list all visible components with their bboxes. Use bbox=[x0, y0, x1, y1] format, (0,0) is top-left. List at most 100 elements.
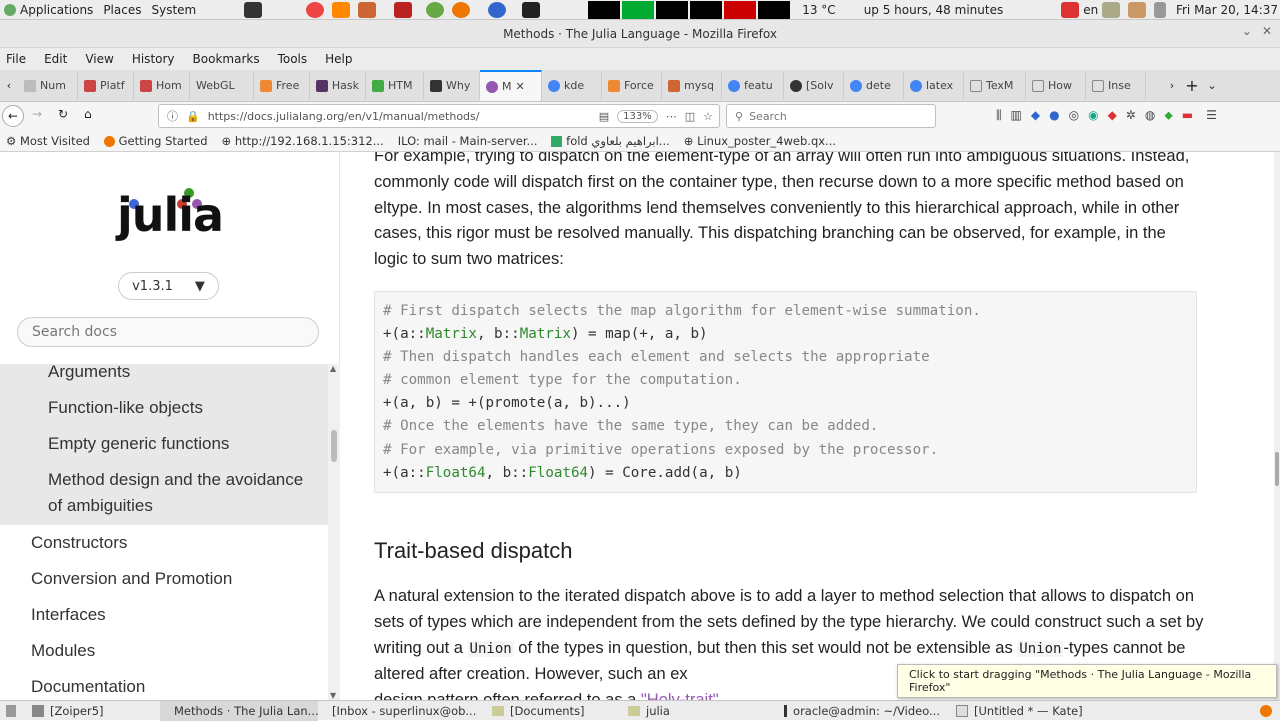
page-scroll-thumb[interactable] bbox=[1275, 452, 1279, 486]
glasses-launcher-icon[interactable] bbox=[522, 1, 541, 18]
task-zoiper[interactable]: [Zoiper5] bbox=[24, 701, 160, 721]
task-julia[interactable]: julia bbox=[620, 701, 776, 721]
tab[interactable]: Free bbox=[254, 71, 310, 100]
minimize-icon[interactable]: ⌄ bbox=[1242, 24, 1252, 38]
keyboard-layout[interactable]: en bbox=[1083, 3, 1098, 17]
tab[interactable]: Num bbox=[18, 71, 78, 100]
network-icon[interactable] bbox=[1061, 1, 1080, 18]
close-tab-icon[interactable]: ✕ bbox=[516, 80, 525, 93]
nav-item-method-design[interactable]: Method design and the avoidance of ambig… bbox=[0, 462, 328, 525]
tray-icon[interactable] bbox=[1128, 1, 1147, 18]
tab[interactable]: featu bbox=[722, 71, 784, 100]
weather-temp[interactable]: 13 °C bbox=[802, 3, 835, 17]
julia-logo[interactable]: julia bbox=[117, 188, 224, 242]
show-desktop-icon[interactable] bbox=[6, 704, 16, 717]
extension-icon[interactable]: ◆ bbox=[1031, 108, 1040, 123]
window-titlebar[interactable]: Methods · The Julia Language - Mozilla F… bbox=[0, 20, 1280, 48]
menu-file[interactable]: File bbox=[6, 52, 26, 66]
extension-icon[interactable]: ◉ bbox=[1088, 108, 1098, 123]
menu-bookmarks[interactable]: Bookmarks bbox=[193, 52, 260, 66]
close-window-icon[interactable]: ✕ bbox=[1262, 24, 1272, 38]
terminal-launcher-icon[interactable] bbox=[244, 1, 263, 18]
menu-help[interactable]: Help bbox=[325, 52, 352, 66]
extension-icon[interactable]: ◆ bbox=[1108, 108, 1117, 123]
bookmark-star-icon[interactable]: ☆ bbox=[703, 110, 719, 123]
scroll-tabs-right-icon[interactable]: › bbox=[1162, 79, 1182, 92]
tab-active[interactable]: M ✕ bbox=[480, 70, 542, 101]
tab[interactable]: WebGL bbox=[190, 71, 254, 100]
tab[interactable]: How bbox=[1026, 71, 1086, 100]
tab[interactable]: Force bbox=[602, 71, 662, 100]
tab[interactable]: Hom bbox=[134, 71, 190, 100]
task-terminal[interactable]: oracle@admin: ~/Video... bbox=[776, 701, 948, 721]
task-documents[interactable]: [Documents] bbox=[484, 701, 620, 721]
menu-view[interactable]: View bbox=[85, 52, 113, 66]
volume-icon[interactable] bbox=[1154, 1, 1167, 18]
extension-icon[interactable]: ▬ bbox=[1182, 108, 1193, 123]
tab[interactable]: mysq bbox=[662, 71, 722, 100]
menu-tools[interactable]: Tools bbox=[278, 52, 308, 66]
task-firefox[interactable]: Methods · The Julia Lan... bbox=[160, 700, 319, 721]
nav-item-function-like-objects[interactable]: Function-like objects bbox=[0, 390, 328, 426]
scroll-tabs-left-icon[interactable]: ‹ bbox=[0, 79, 18, 92]
bookmark-getting-started[interactable]: Getting Started bbox=[103, 134, 208, 148]
bookmark-linux-poster[interactable]: ⊕ Linux_poster_4web.qx... bbox=[684, 134, 836, 148]
task-thunderbird[interactable]: [Inbox - superlinux@ob... bbox=[318, 701, 484, 721]
bookmark-ip[interactable]: ⊕ http://192.168.1.15:312... bbox=[222, 134, 384, 148]
extension-icon[interactable]: ◍ bbox=[1145, 108, 1155, 123]
firefox-launcher-icon[interactable] bbox=[452, 1, 471, 18]
task-kate[interactable]: [Untitled * — Kate] bbox=[948, 701, 1104, 721]
tab[interactable]: dete bbox=[844, 71, 904, 100]
docs-search-input[interactable]: Search docs bbox=[17, 317, 319, 347]
nav-item-constructors[interactable]: Constructors bbox=[0, 525, 328, 561]
sidebar-scrollbar[interactable]: ▲ ▼ bbox=[328, 364, 340, 700]
tab[interactable]: kde bbox=[542, 71, 602, 100]
info-icon[interactable]: ⓘ bbox=[167, 108, 178, 124]
tools-launcher-icon[interactable] bbox=[358, 1, 377, 18]
sidebar-scroll-thumb[interactable] bbox=[331, 430, 337, 462]
new-tab-icon[interactable]: + bbox=[1182, 76, 1202, 95]
nav-item-modules[interactable]: Modules bbox=[0, 633, 328, 669]
zoom-level[interactable]: 133% bbox=[617, 109, 658, 123]
nav-item-interfaces[interactable]: Interfaces bbox=[0, 597, 328, 633]
applications-menu[interactable]: Applications bbox=[4, 3, 93, 17]
list-tabs-icon[interactable]: ⌄ bbox=[1202, 79, 1222, 92]
bookmark-most-visited[interactable]: ⚙ Most Visited bbox=[6, 134, 90, 148]
scroll-up-icon[interactable]: ▲ bbox=[330, 364, 336, 373]
version-selector[interactable]: v1.3.1 ▼ bbox=[118, 272, 219, 300]
tab[interactable]: latex bbox=[904, 71, 964, 100]
tab[interactable]: HTM bbox=[366, 71, 424, 100]
forward-button-icon[interactable]: → bbox=[32, 107, 42, 121]
home-icon[interactable]: ⌂ bbox=[84, 107, 92, 121]
reload-icon[interactable]: ↻ bbox=[58, 107, 68, 121]
tab[interactable]: Hask bbox=[310, 71, 366, 100]
tab[interactable]: Why bbox=[424, 71, 480, 100]
clock[interactable]: Fri Mar 20, 14:37 bbox=[1176, 3, 1280, 17]
places-menu[interactable]: Places bbox=[103, 3, 141, 17]
nav-item-documentation[interactable]: Documentation bbox=[0, 669, 328, 700]
back-button-icon[interactable]: ← bbox=[2, 105, 24, 127]
menu-history[interactable]: History bbox=[132, 52, 175, 66]
bookmark-folder[interactable]: fold ابراهيم بلعاوي... bbox=[551, 134, 670, 148]
pocket-icon[interactable]: ◫ bbox=[685, 110, 695, 123]
tab[interactable]: [Solv bbox=[784, 71, 844, 100]
scroll-down-icon[interactable]: ▼ bbox=[330, 691, 336, 700]
url-text[interactable]: https://docs.julialang.org/en/v1/manual/… bbox=[208, 110, 480, 123]
extension-icon[interactable]: ◎ bbox=[1069, 108, 1079, 123]
extension-icon[interactable]: ✲ bbox=[1126, 108, 1136, 123]
vlc-launcher-icon[interactable] bbox=[332, 1, 351, 18]
chrome-launcher-icon[interactable] bbox=[306, 1, 325, 18]
app-launcher-icon[interactable] bbox=[426, 1, 445, 18]
nav-item-arguments[interactable]: Arguments bbox=[0, 364, 328, 390]
menu-edit[interactable]: Edit bbox=[44, 52, 67, 66]
search-bar[interactable]: ⚲ Search bbox=[726, 104, 936, 128]
extension-icon[interactable]: ● bbox=[1049, 108, 1059, 123]
page-actions-icon[interactable]: ⋯ bbox=[666, 110, 677, 123]
url-bar[interactable]: ⓘ 🔒 https://docs.julialang.org/en/v1/man… bbox=[158, 104, 720, 128]
filezilla-launcher-icon[interactable] bbox=[394, 1, 413, 18]
hamburger-menu-icon[interactable]: ☰ bbox=[1206, 108, 1217, 123]
tab[interactable]: Platf bbox=[78, 71, 134, 100]
holy-trait-link[interactable]: "Holy-trait" bbox=[641, 691, 719, 700]
bookmark-ilo[interactable]: ILO: mail - Main-server... bbox=[398, 134, 538, 148]
reader-view-icon[interactable]: ▤ bbox=[599, 110, 609, 123]
